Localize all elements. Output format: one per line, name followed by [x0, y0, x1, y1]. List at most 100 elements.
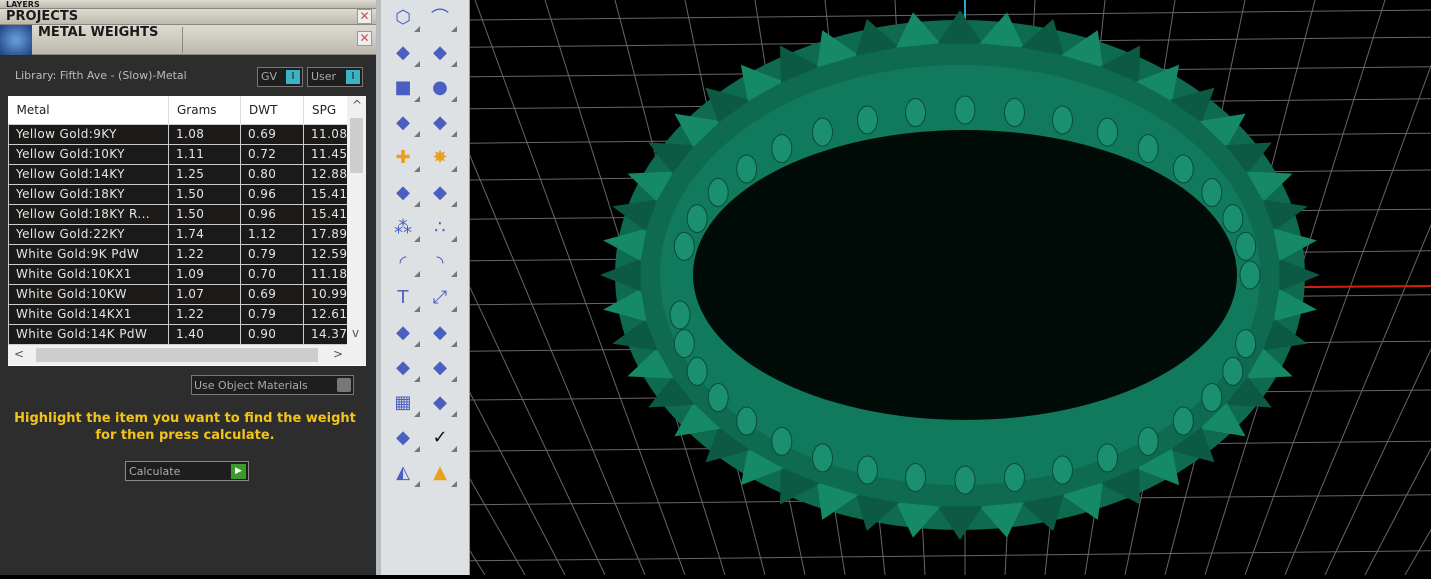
table-cell[interactable]: 10.99	[303, 283, 348, 305]
table-cell[interactable]: 12.61	[303, 303, 348, 325]
scroll-left-icon[interactable]: <	[14, 347, 24, 361]
deform-surface-tool-icon[interactable]: ◆	[426, 108, 457, 137]
spheres-array-tool-icon[interactable]: ∴	[426, 213, 457, 242]
table-cell[interactable]: 0.96	[240, 183, 304, 205]
table-cell[interactable]: 14.37	[303, 323, 348, 345]
calculate-button[interactable]: Calculate ▶	[125, 461, 249, 481]
column-header-metal[interactable]: Metal	[8, 96, 169, 124]
fillet-tool-icon[interactable]: ◆	[389, 178, 420, 207]
table-row[interactable]: Yellow Gold:9KY 1.08 0.69 11.08	[8, 123, 348, 145]
table-cell[interactable]: 12.59	[303, 243, 348, 265]
table-cell[interactable]: 0.96	[240, 203, 304, 225]
table-cell[interactable]: Yellow Gold:9KY	[8, 123, 169, 145]
table-row[interactable]: White Gold:9K PdW 1.22 0.79 12.59	[8, 243, 348, 265]
array-up-tool-icon[interactable]: ◆	[426, 353, 457, 382]
table-cell[interactable]: 1.12	[240, 223, 304, 245]
vertical-scrollbar[interactable]: ^ v	[347, 96, 366, 345]
curve-tool-icon[interactable]: ⌒	[426, 3, 457, 32]
table-cell[interactable]: Yellow Gold:22KY	[8, 223, 169, 245]
grid-array-tool-icon[interactable]: ▦	[389, 388, 420, 417]
close-projects-button[interactable]: ✕	[357, 9, 372, 24]
table-cell[interactable]: 12.88	[303, 163, 348, 185]
column-header-grams[interactable]: Grams	[168, 96, 241, 124]
table-cell[interactable]: 0.80	[240, 163, 304, 185]
scale-tool-icon[interactable]: ⤢	[426, 283, 457, 312]
horizontal-scrollbar[interactable]: < >	[8, 345, 366, 365]
table-cell[interactable]: White Gold:10KW	[8, 283, 169, 305]
table-cell[interactable]: 0.90	[240, 323, 304, 345]
projects-panel-header[interactable]: PROJECTS ✕	[0, 9, 376, 25]
close-metal-weights-button[interactable]: ✕	[357, 31, 372, 46]
column-header-spg[interactable]: SPG	[303, 96, 348, 124]
table-cell[interactable]: 1.25	[168, 163, 241, 185]
table-cell[interactable]: White Gold:9K PdW	[8, 243, 169, 265]
split-tool-icon[interactable]: ◆	[389, 423, 420, 452]
check-tool-icon[interactable]: ✓	[426, 423, 457, 452]
table-row[interactable]: Yellow Gold:18KY R... 1.50 0.96 15.41	[8, 203, 348, 225]
table-cell[interactable]: 0.79	[240, 243, 304, 265]
table-cell[interactable]: 0.79	[240, 303, 304, 325]
table-cell[interactable]: 1.11	[168, 143, 241, 165]
ring-rail-tool-icon[interactable]: ◆	[426, 388, 457, 417]
scroll-up-icon[interactable]: ^	[352, 98, 362, 112]
extrude-tool-icon[interactable]: ◆	[389, 353, 420, 382]
layers-panel-header[interactable]: LAYERS	[0, 0, 376, 9]
spheres-tool-icon[interactable]: ●	[426, 73, 457, 102]
table-row[interactable]: White Gold:10KX1 1.09 0.70 11.18	[8, 263, 348, 285]
table-cell[interactable]: 1.09	[168, 263, 241, 285]
table-row[interactable]: Yellow Gold:14KY 1.25 0.80 12.88	[8, 163, 348, 185]
table-cell[interactable]: 1.74	[168, 223, 241, 245]
table-cell[interactable]: 11.45	[303, 143, 348, 165]
user-toggle[interactable]: User I	[307, 67, 363, 87]
table-cell[interactable]: 17.89	[303, 223, 348, 245]
color-group-tool-icon[interactable]: ⁂	[389, 213, 420, 242]
boolean-tool-icon[interactable]: ✚	[389, 143, 420, 172]
table-cell[interactable]: White Gold:14K PdW	[8, 323, 169, 345]
table-cell[interactable]: White Gold:10KX1	[8, 263, 169, 285]
chamfer-tool-icon[interactable]: ◆	[426, 178, 457, 207]
table-cell[interactable]: 11.18	[303, 263, 348, 285]
3d-viewport[interactable]	[124, 0, 1431, 576]
arc-tool-icon[interactable]: ◜	[389, 248, 420, 277]
text-tool-icon[interactable]: T	[389, 283, 420, 312]
arrange-tool-icon[interactable]: ◆	[389, 318, 420, 347]
arc-points-tool-icon[interactable]: ◝	[426, 248, 457, 277]
table-cell[interactable]: Yellow Gold:18KY	[8, 183, 169, 205]
table-cell[interactable]: Yellow Gold:14KY	[8, 163, 169, 185]
explode-tool-icon[interactable]: ✸	[426, 143, 457, 172]
table-cell[interactable]: 11.08	[303, 123, 348, 145]
table-cell[interactable]: 1.22	[168, 303, 241, 325]
primitives-tool-icon[interactable]: ◭	[389, 458, 420, 487]
use-object-materials-toggle[interactable]: Use Object Materials	[191, 375, 354, 395]
table-cell[interactable]: 1.40	[168, 323, 241, 345]
table-cell[interactable]: 0.72	[240, 143, 304, 165]
cylinder-tool-icon[interactable]: ◆	[389, 108, 420, 137]
table-row[interactable]: White Gold:14KX1 1.22 0.79 12.61	[8, 303, 348, 325]
table-cell[interactable]: Yellow Gold:10KY	[8, 143, 169, 165]
table-cell[interactable]: 1.07	[168, 283, 241, 305]
table-cell[interactable]: 15.41	[303, 183, 348, 205]
scroll-right-icon[interactable]: >	[333, 347, 343, 361]
surface-tool-icon[interactable]: ◆	[426, 38, 457, 67]
table-cell[interactable]: White Gold:14KX1	[8, 303, 169, 325]
table-cell[interactable]: Yellow Gold:18KY R...	[8, 203, 169, 225]
scroll-down-icon[interactable]: v	[352, 326, 359, 340]
control-points-tool-icon[interactable]: ◆	[389, 38, 420, 67]
light-tool-icon[interactable]: ▲	[426, 458, 457, 487]
table-cell[interactable]: 15.41	[303, 203, 348, 225]
viewport-canvas[interactable]	[124, 0, 1431, 576]
table-cell[interactable]: 1.50	[168, 183, 241, 205]
table-cell[interactable]: 1.22	[168, 243, 241, 265]
table-row[interactable]: Yellow Gold:10KY 1.11 0.72 11.45	[8, 143, 348, 165]
table-cell[interactable]: 0.69	[240, 283, 304, 305]
transform-tool-icon[interactable]: ◆	[426, 318, 457, 347]
table-row[interactable]: White Gold:10KW 1.07 0.69 10.99	[8, 283, 348, 305]
table-cell[interactable]: 1.50	[168, 203, 241, 225]
polygon-tool-icon[interactable]: ⬡	[389, 3, 420, 32]
gv-toggle[interactable]: GV I	[257, 67, 303, 87]
column-header-dwt[interactable]: DWT	[240, 96, 304, 124]
table-cell[interactable]: 0.70	[240, 263, 304, 285]
table-row[interactable]: Yellow Gold:22KY 1.74 1.12 17.89	[8, 223, 348, 245]
table-row[interactable]: White Gold:14K PdW 1.40 0.90 14.37	[8, 323, 348, 345]
table-cell[interactable]: 1.08	[168, 123, 241, 145]
